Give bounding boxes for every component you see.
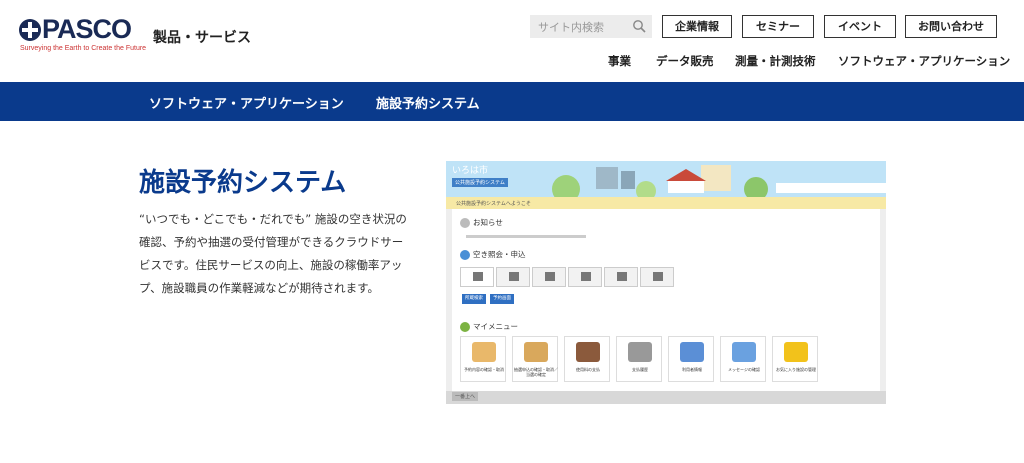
menu-card-illustration-icon	[628, 342, 652, 362]
page-description: “いつでも・どこでも・だれでも” 施設の空き状況の確認、予約や抽選の受付管理がで…	[139, 212, 407, 295]
search-icon[interactable]	[632, 19, 646, 33]
screenshot-banner: いろは市 公共施設予約システム	[446, 161, 886, 197]
screenshot-tab	[532, 267, 566, 287]
screenshot-menu-card: 予約内容の確認・取消	[460, 336, 506, 382]
screenshot-news-label: お知らせ	[473, 218, 503, 227]
corporate-info-button[interactable]: 企業情報	[662, 15, 732, 38]
screenshot-news-line	[466, 235, 586, 238]
screenshot-menu-card: 使用料の支払	[564, 336, 610, 382]
screenshot-search-label: 空き照会・申込	[473, 250, 526, 259]
thumbs-up-icon	[460, 250, 470, 260]
menu-card-label: 利用者情報	[682, 367, 702, 372]
logo-wordmark: PASCO	[42, 14, 132, 44]
logo-tagline: Surveying the Earth to Create the Future	[20, 45, 147, 52]
page-title: 施設予約システム	[139, 168, 347, 198]
menu-card-illustration-icon	[680, 342, 704, 362]
nav-survey-tech[interactable]: 測量・計測技術	[735, 53, 816, 69]
screenshot-city-name: いろは市	[452, 166, 489, 176]
screenshot-welcome-text: 公共施設予約システムへようこそ	[456, 201, 531, 207]
screenshot-footer: 一番上へ	[446, 391, 886, 404]
site-header: PASCO Surveying the Earth to Create the …	[0, 0, 1024, 82]
megaphone-icon	[460, 218, 470, 228]
screenshot-welcome-bar: 公共施設予約システムへようこそ	[446, 197, 886, 209]
nav-data-sales[interactable]: データ販売	[656, 53, 714, 69]
breadcrumb-software[interactable]: ソフトウェア・アプリケーション	[149, 93, 344, 112]
grid-icon	[509, 272, 519, 281]
menu-card-illustration-icon	[784, 342, 808, 362]
menu-card-label: 予約内容の確認・取消	[464, 367, 504, 372]
screenshot-menu-card: 利用者情報	[668, 336, 714, 382]
menu-card-label: お気に入り施設の管理	[776, 367, 816, 372]
seminar-button[interactable]: セミナー	[742, 15, 814, 38]
nav-software[interactable]: ソフトウェア・アプリケーション	[838, 53, 1010, 69]
city-illustration	[552, 165, 886, 197]
screenshot-news-section: お知らせ	[460, 217, 503, 228]
screenshot-system-badge: 公共施設予約システム	[452, 178, 508, 187]
screenshot-tab	[496, 267, 530, 287]
breadcrumb-bar: ソフトウェア・アプリケーション 施設予約システム	[0, 82, 1024, 121]
breadcrumb-current: 施設予約システム	[376, 97, 480, 112]
screenshot-menu-card: メッセージの確認	[720, 336, 766, 382]
screenshot-tab	[640, 267, 674, 287]
grid-icon	[473, 272, 483, 281]
logo-mark-icon	[19, 19, 41, 41]
event-button[interactable]: イベント	[824, 15, 896, 38]
screenshot-menu-card: 抽選申込の確認・取消／当選の確定	[512, 336, 558, 382]
screenshot-menu-card: 支払履歴	[616, 336, 662, 382]
menu-card-label: 支払履歴	[632, 367, 648, 372]
product-screenshot: いろは市 公共施設予約システム 公共施設予約システムへようこそ お知らせ 空き照…	[446, 161, 886, 404]
screenshot-tab	[460, 267, 494, 287]
bookmark-icon	[460, 322, 470, 332]
list-icon	[653, 272, 663, 281]
screenshot-button-2: 予約画面	[490, 294, 514, 304]
people-icon	[581, 272, 591, 281]
screenshot-tab	[568, 267, 602, 287]
menu-card-illustration-icon	[732, 342, 756, 362]
screenshot-menu-section: マイメニュー	[460, 321, 518, 332]
screenshot-menu-card: お気に入り施設の管理	[772, 336, 818, 382]
site-search-input[interactable]: サイト内検索	[530, 15, 652, 38]
menu-card-label: メッセージの確認	[728, 367, 760, 372]
contact-button[interactable]: お問い合わせ	[905, 15, 997, 38]
letter-a-icon	[617, 272, 627, 281]
screenshot-search-section: 空き照会・申込	[460, 249, 526, 260]
menu-card-label: 使用料の支払	[576, 367, 600, 372]
screenshot-menu-label: マイメニュー	[473, 322, 518, 331]
menu-card-label: 抽選申込の確認・取消／当選の確定	[514, 367, 558, 377]
products-services-label[interactable]: 製品・サービス	[153, 27, 251, 47]
search-placeholder: サイト内検索	[538, 21, 604, 34]
screenshot-button-1: 所蔵検索	[462, 294, 486, 304]
menu-card-illustration-icon	[472, 342, 496, 362]
nav-business[interactable]: 事業	[608, 53, 631, 69]
layers-icon	[545, 272, 555, 281]
screenshot-tab	[604, 267, 638, 287]
menu-card-illustration-icon	[524, 342, 548, 362]
pasco-logo[interactable]: PASCO Surveying the Earth to Create the …	[18, 14, 148, 54]
screenshot-back-to-top: 一番上へ	[452, 392, 479, 401]
menu-card-illustration-icon	[576, 342, 600, 362]
